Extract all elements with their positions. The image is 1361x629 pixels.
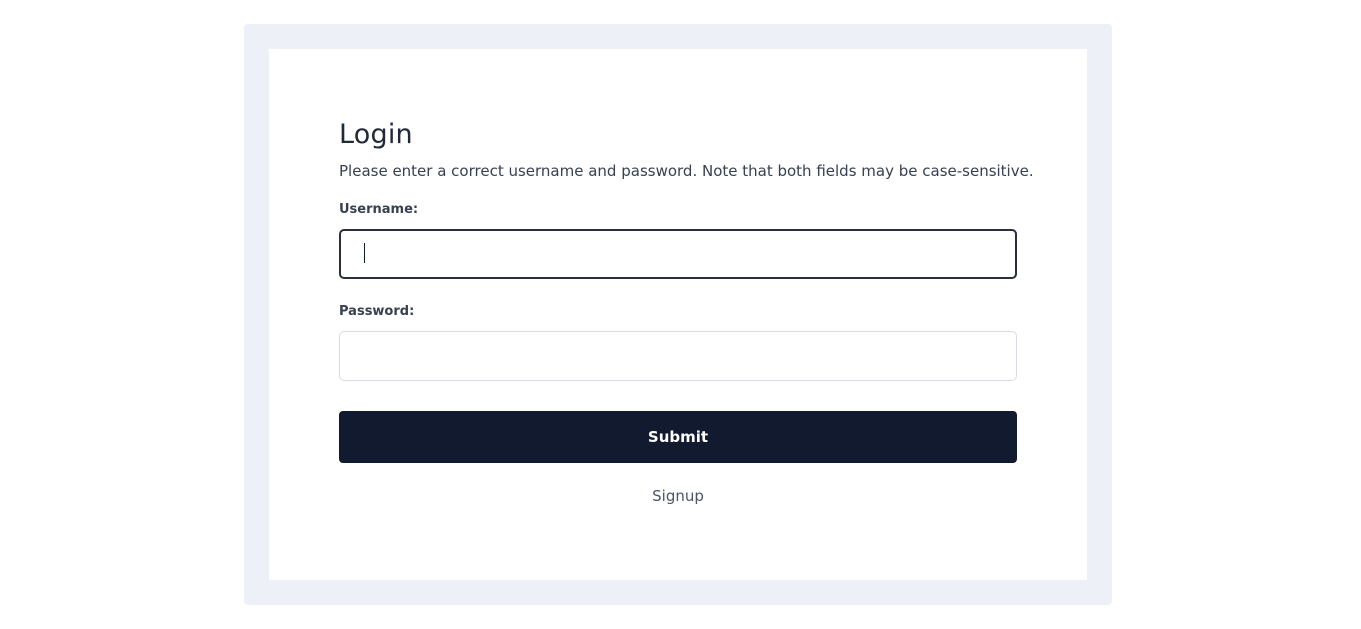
text-caret	[364, 243, 365, 263]
username-input[interactable]	[339, 229, 1017, 279]
login-frame: Login Please enter a correct username an…	[244, 24, 1112, 605]
page-title: Login	[339, 119, 413, 150]
signup-link[interactable]: Signup	[339, 487, 1017, 505]
login-description: Please enter a correct username and pass…	[339, 162, 1034, 180]
login-card: Login Please enter a correct username an…	[269, 49, 1087, 580]
login-form: Login Please enter a correct username an…	[339, 117, 1034, 505]
password-input[interactable]	[339, 331, 1017, 381]
username-field-container	[339, 229, 1017, 279]
username-label: Username:	[339, 202, 419, 217]
submit-button[interactable]: Submit	[339, 411, 1017, 463]
password-label: Password:	[339, 304, 415, 319]
